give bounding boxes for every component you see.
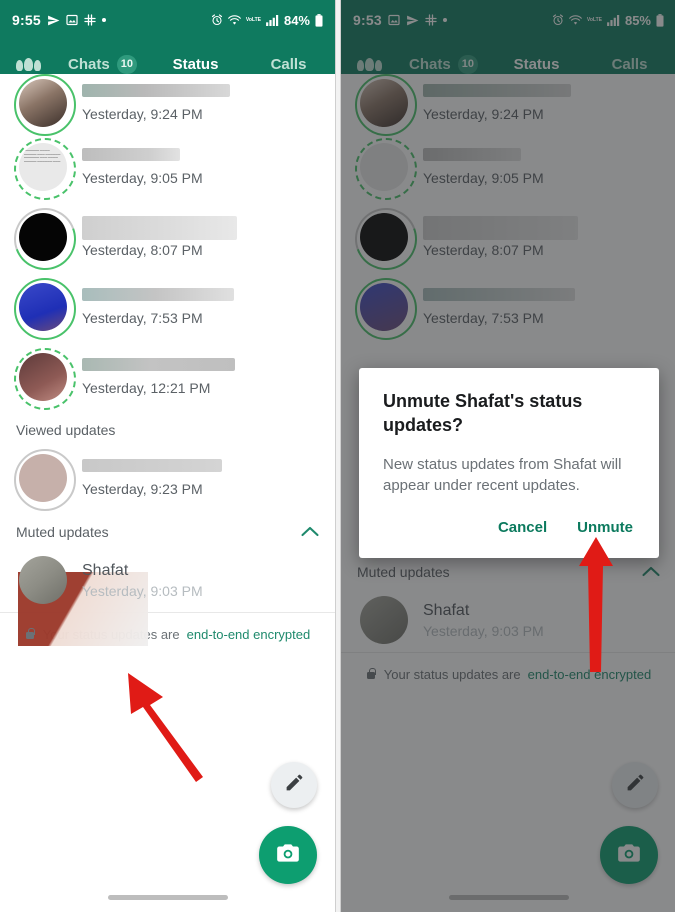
status-row[interactable]: Yesterday, 9:23 PM bbox=[0, 446, 335, 511]
contact-name-redacted bbox=[82, 84, 230, 97]
status-bar: 9:55 VoLTE 84% bbox=[0, 0, 335, 40]
signal-icon bbox=[266, 14, 279, 26]
status-time: Yesterday, 8:07 PM bbox=[82, 242, 203, 258]
contact-name-redacted bbox=[82, 216, 237, 240]
status-time: Yesterday, 9:03 PM bbox=[82, 582, 203, 599]
unmute-button[interactable]: Unmute bbox=[575, 515, 635, 540]
status-time: Yesterday, 12:21 PM bbox=[82, 380, 211, 396]
compose-text-status-fab[interactable] bbox=[271, 762, 317, 808]
clock-time: 9:55 bbox=[12, 12, 41, 28]
contact-name-redacted bbox=[82, 288, 234, 301]
avatar[interactable] bbox=[14, 278, 76, 340]
status-row[interactable]: Yesterday, 9:24 PM bbox=[0, 74, 335, 136]
status-time: Yesterday, 7:53 PM bbox=[82, 310, 203, 326]
status-row-texts: Yesterday, 7:53 PM bbox=[82, 288, 321, 326]
status-row[interactable]: Yesterday, 12:21 PM bbox=[0, 342, 335, 412]
status-row-texts: Yesterday, 12:21 PM bbox=[82, 358, 321, 396]
volte-icon: VoLTE bbox=[245, 16, 261, 23]
status-row-texts: Yesterday, 9:24 PM bbox=[82, 84, 321, 122]
avatar[interactable]: ▬▬▬▬▬▬ ▬▬▬▬ ▬▬▬▬▬ ▬▬▬ ▬▬▬▬▬▬ ▬▬▬▬▬▬ ▬▬▬ … bbox=[14, 138, 76, 200]
screenshot-stage: 9:55 VoLTE 84% Chats 10 Status Calls Yes… bbox=[0, 0, 675, 912]
status-time: Yesterday, 9:23 PM bbox=[82, 481, 203, 497]
status-row-texts: Yesterday, 9:05 PM bbox=[82, 148, 321, 186]
status-bar-left: 9:55 bbox=[12, 12, 106, 28]
avatar-image bbox=[19, 79, 67, 127]
contact-name-redacted bbox=[82, 148, 180, 161]
status-time: Yesterday, 9:05 PM bbox=[82, 170, 203, 186]
status-row[interactable]: Yesterday, 8:07 PM bbox=[0, 197, 335, 281]
avatar-image bbox=[19, 283, 67, 331]
photo-icon bbox=[66, 14, 78, 26]
status-list: Yesterday, 9:24 PM ▬▬▬▬▬▬ ▬▬▬▬ ▬▬▬▬▬ ▬▬▬… bbox=[0, 74, 335, 652]
contact-name-redacted bbox=[82, 358, 235, 371]
avatar[interactable] bbox=[14, 551, 72, 609]
lock-icon bbox=[25, 628, 36, 641]
muted-status-row-shafat[interactable]: Shafat Yesterday, 9:03 PM bbox=[0, 548, 335, 612]
avatar-image bbox=[19, 353, 67, 401]
chevron-up-icon[interactable] bbox=[301, 524, 319, 540]
dialog-actions: Cancel Unmute bbox=[383, 511, 635, 548]
dialog-title: Unmute Shafat's status updates? bbox=[383, 391, 583, 435]
left-phone-screen: 9:55 VoLTE 84% Chats 10 Status Calls Yes… bbox=[0, 0, 336, 912]
alarm-icon bbox=[211, 14, 223, 26]
slack-icon bbox=[84, 14, 96, 26]
encryption-link[interactable]: end-to-end encrypted bbox=[187, 627, 311, 642]
muted-updates-header[interactable]: Muted updates bbox=[0, 510, 335, 548]
dot-icon bbox=[101, 18, 106, 22]
dialog-message: New status updates from Shafat will appe… bbox=[383, 455, 622, 495]
status-row-texts: Shafat Yesterday, 9:03 PM bbox=[82, 562, 321, 599]
cancel-button[interactable]: Cancel bbox=[496, 515, 549, 540]
avatar-image: ▬▬▬▬▬▬ ▬▬▬▬ ▬▬▬▬▬ ▬▬▬ ▬▬▬▬▬▬ ▬▬▬▬▬▬ ▬▬▬ … bbox=[19, 143, 67, 191]
status-time: Yesterday, 9:24 PM bbox=[82, 106, 203, 122]
battery-percent: 84% bbox=[283, 12, 310, 28]
chats-unread-badge: 10 bbox=[116, 54, 137, 74]
tab-status-label: Status bbox=[172, 55, 219, 73]
people-group-icon bbox=[15, 57, 41, 71]
viewed-updates-label: Viewed updates bbox=[16, 422, 116, 438]
pencil-icon bbox=[284, 772, 305, 798]
tab-chats-label: Chats bbox=[68, 55, 110, 73]
status-row-texts: Yesterday, 9:23 PM bbox=[82, 459, 321, 497]
battery-icon bbox=[315, 13, 323, 27]
status-row-texts: Yesterday, 8:07 PM bbox=[82, 216, 321, 258]
camera-status-fab[interactable] bbox=[259, 826, 317, 884]
avatar-image bbox=[19, 556, 67, 604]
status-row[interactable]: ▬▬▬▬▬▬ ▬▬▬▬ ▬▬▬▬▬ ▬▬▬ ▬▬▬▬▬▬ ▬▬▬▬▬▬ ▬▬▬ … bbox=[0, 132, 335, 202]
wifi-icon bbox=[227, 14, 241, 26]
avatar[interactable] bbox=[3, 197, 87, 281]
viewed-updates-header: Viewed updates bbox=[0, 412, 335, 446]
send-icon bbox=[47, 14, 60, 27]
camera-icon bbox=[275, 840, 301, 871]
avatar[interactable] bbox=[14, 348, 76, 410]
avatar[interactable] bbox=[14, 74, 76, 136]
muted-updates-label: Muted updates bbox=[16, 524, 109, 540]
unmute-status-dialog: Unmute Shafat's status updates? New stat… bbox=[359, 368, 659, 558]
avatar[interactable] bbox=[14, 449, 76, 511]
home-indicator bbox=[107, 895, 228, 900]
tab-calls-label: Calls bbox=[270, 55, 307, 73]
avatar-image bbox=[19, 454, 67, 502]
right-phone-screen: 9:53 bbox=[340, 0, 675, 912]
avatar-image bbox=[19, 213, 67, 261]
contact-name: Shafat bbox=[82, 561, 129, 579]
status-bar-right: VoLTE 84% bbox=[211, 13, 323, 28]
contact-name-redacted bbox=[82, 459, 222, 472]
status-row[interactable]: Yesterday, 7:53 PM bbox=[0, 272, 335, 342]
